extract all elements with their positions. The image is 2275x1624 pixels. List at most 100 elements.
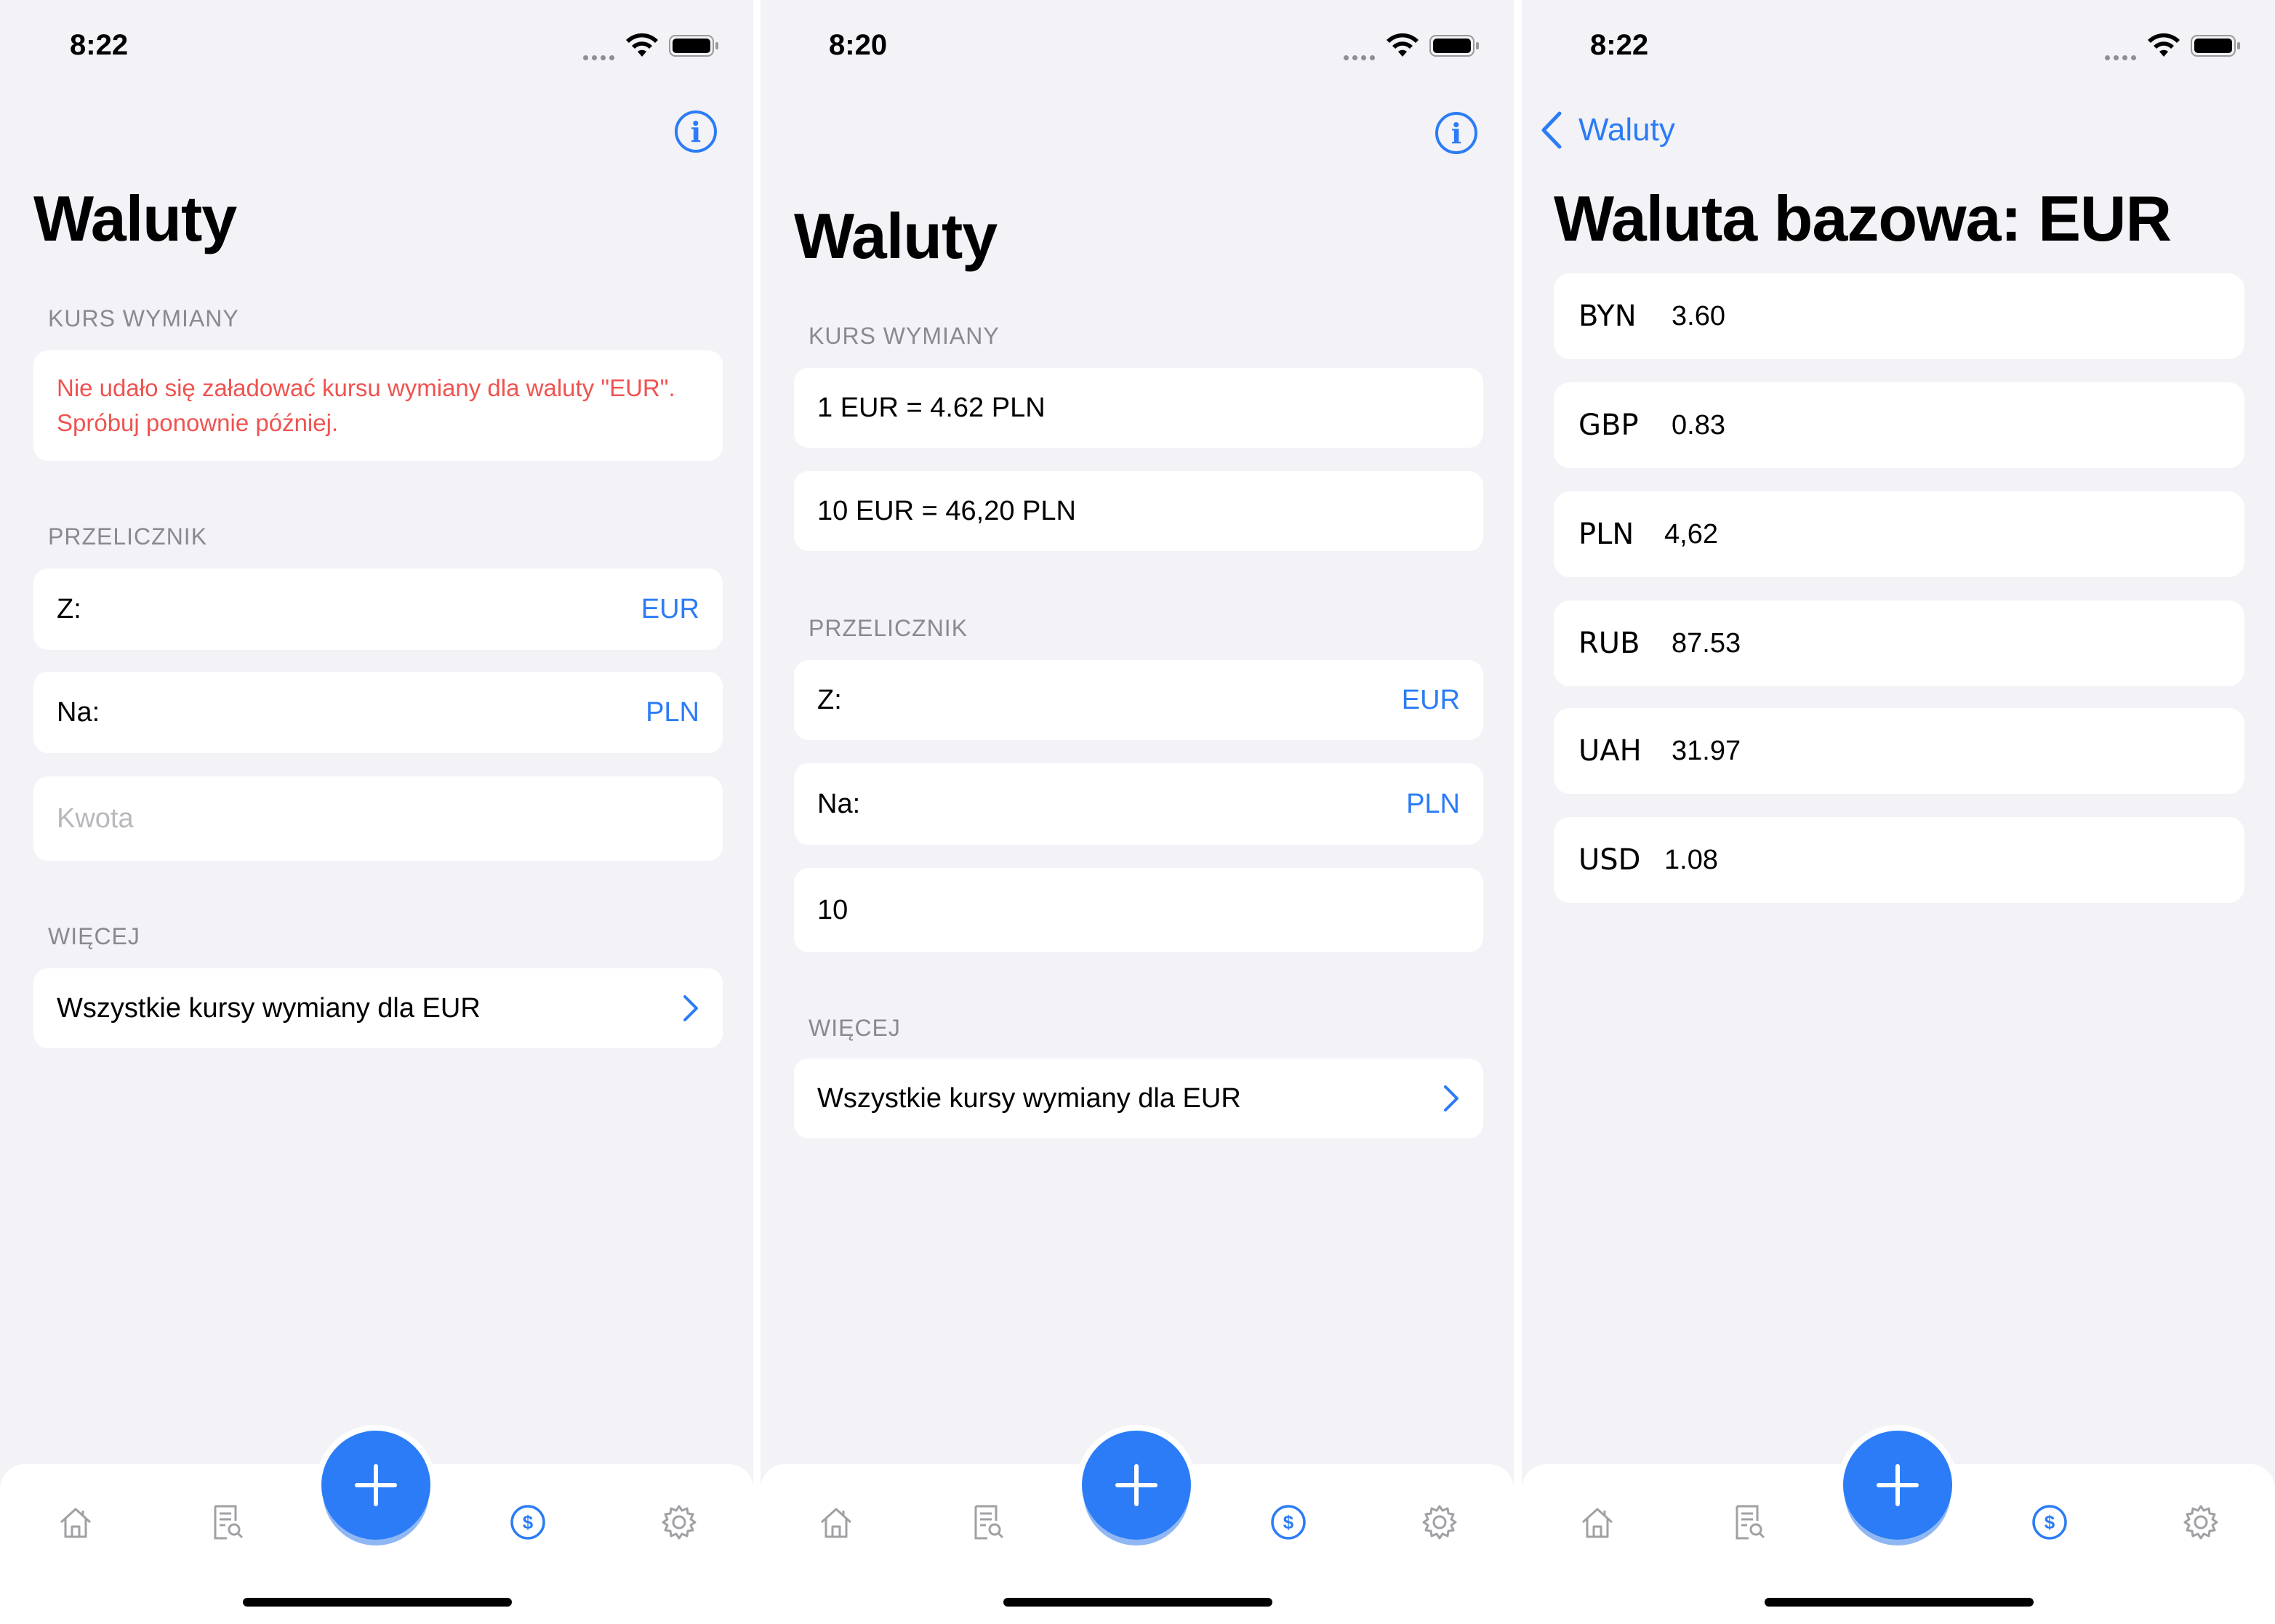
add-button[interactable] <box>1843 1431 1952 1540</box>
tab-currencies[interactable]: $ <box>1268 1502 1309 1543</box>
add-icon <box>1877 1464 1919 1506</box>
rate-row: RUB 87.53 <box>1554 600 2244 686</box>
gear-icon <box>662 1505 697 1540</box>
from-currency-row[interactable]: Z: EUR <box>794 660 1483 740</box>
tab-settings[interactable] <box>659 1502 699 1543</box>
section-header-converter: PRZELICZNIK <box>48 523 208 550</box>
section-header-converter: PRZELICZNIK <box>809 615 968 641</box>
screen-converter-error: 8:22 i Waluty KURS WYMIANY Nie udało się… <box>0 0 753 1624</box>
add-icon <box>355 1464 397 1506</box>
currency-code: UAH <box>1578 734 1642 768</box>
svg-text:$: $ <box>1283 1511 1294 1533</box>
all-rates-label: Wszystkie kursy wymiany dla EUR <box>57 992 481 1024</box>
info-icon: i <box>1451 116 1462 150</box>
currency-code: BYN <box>1578 300 1637 333</box>
from-currency-value[interactable]: EUR <box>1402 685 1460 716</box>
tab-currencies[interactable]: $ <box>2029 1502 2070 1543</box>
amount-input[interactable]: 10 <box>794 868 1483 952</box>
gear-icon <box>1422 1505 1457 1540</box>
back-label: Waluty <box>1578 112 1675 148</box>
rate-line: 1 EUR = 4.62 PLN <box>817 392 1046 423</box>
screen-converter: 8:20 i Waluty KURS WYMIANY 1 EUR = 4.62 … <box>761 0 1514 1624</box>
tab-receipts[interactable] <box>206 1502 247 1543</box>
info-button[interactable]: i <box>1435 112 1477 154</box>
currency-code: GBP <box>1578 409 1639 442</box>
from-currency-row[interactable]: Z: EUR <box>33 568 723 650</box>
rate-row: PLN 4,62 <box>1554 491 2244 577</box>
tab-bar: $ <box>0 1431 753 1624</box>
section-header-more: WIĘCEJ <box>809 1015 901 1041</box>
from-label: Z: <box>57 593 81 624</box>
tab-bar: $ <box>1522 1431 2275 1624</box>
add-icon <box>1115 1464 1157 1506</box>
rate-row: UAH 31.97 <box>1554 708 2244 794</box>
currency-dollar-icon: $ <box>510 1505 545 1540</box>
amount-input[interactable]: Kwota <box>33 776 723 861</box>
tab-home[interactable] <box>1577 1502 1618 1543</box>
tab-settings[interactable] <box>1419 1502 1460 1543</box>
home-icon <box>60 1508 92 1538</box>
tab-home[interactable] <box>816 1502 856 1543</box>
error-message: Nie udało się załadować kursu wymiany dl… <box>57 374 675 436</box>
back-button[interactable]: Waluty <box>1539 110 1675 150</box>
tab-home[interactable] <box>55 1502 96 1543</box>
battery-icon <box>669 35 718 57</box>
cellular-signal-icon <box>1344 51 1379 60</box>
all-rates-link[interactable]: Wszystkie kursy wymiany dla EUR <box>794 1058 1483 1138</box>
status-time: 8:22 <box>1590 29 1649 61</box>
from-label: Z: <box>817 684 842 715</box>
tab-settings[interactable] <box>2180 1502 2221 1543</box>
page-title: Waluty <box>794 200 998 272</box>
amount-value: 10 <box>817 894 848 925</box>
exchange-rate-card: 1 EUR = 4.62 PLN <box>794 368 1483 448</box>
converted-amount-card: 10 EUR = 46,20 PLN <box>794 471 1483 551</box>
receipt-search-icon <box>1736 1505 1765 1540</box>
tab-currencies[interactable]: $ <box>507 1502 548 1543</box>
chevron-left-icon <box>1541 111 1562 149</box>
from-currency-value[interactable]: EUR <box>641 594 699 625</box>
all-rates-link[interactable]: Wszystkie kursy wymiany dla EUR <box>33 968 723 1048</box>
to-currency-row[interactable]: Na: PLN <box>33 672 723 753</box>
to-currency-value[interactable]: PLN <box>1406 789 1460 820</box>
currency-rate: 4,62 <box>1664 518 1718 550</box>
home-icon <box>820 1508 852 1538</box>
section-header-exchange-rate: KURS WYMIANY <box>48 305 239 331</box>
currency-rate: 87.53 <box>1672 627 1741 659</box>
currency-rate: 31.97 <box>1672 735 1741 766</box>
to-label: Na: <box>57 696 100 728</box>
home-indicator <box>1765 1598 2034 1607</box>
receipt-search-icon <box>974 1505 1004 1540</box>
wifi-icon <box>2148 33 2180 57</box>
currency-code: PLN <box>1578 518 1634 551</box>
home-icon <box>1581 1508 1613 1538</box>
svg-text:$: $ <box>2045 1511 2055 1533</box>
rate-row: GBP 0.83 <box>1554 382 2244 468</box>
battery-icon <box>1429 35 1479 57</box>
all-rates-label: Wszystkie kursy wymiany dla EUR <box>817 1082 1241 1114</box>
tab-receipts[interactable] <box>967 1502 1008 1543</box>
cellular-signal-icon <box>2105 51 2140 60</box>
add-button[interactable] <box>321 1431 430 1540</box>
wifi-icon <box>626 33 658 57</box>
to-label: Na: <box>817 788 861 819</box>
home-indicator <box>243 1598 512 1607</box>
exchange-rate-error-card: Nie udało się załadować kursu wymiany dl… <box>33 350 723 461</box>
home-indicator <box>1003 1598 1272 1607</box>
battery-icon <box>2191 35 2240 57</box>
tab-receipts[interactable] <box>1728 1502 1769 1543</box>
amount-placeholder: Kwota <box>57 803 134 834</box>
page-title: Waluty <box>33 182 237 254</box>
tab-bar: $ <box>761 1431 1514 1624</box>
gear-icon <box>2183 1505 2218 1540</box>
chevron-right-icon <box>683 995 698 1021</box>
currency-rate: 1.08 <box>1664 844 1718 875</box>
status-time: 8:22 <box>70 29 129 61</box>
add-button[interactable] <box>1082 1431 1191 1540</box>
wifi-icon <box>1387 33 1419 57</box>
to-currency-row[interactable]: Na: PLN <box>794 763 1483 845</box>
cellular-signal-icon <box>583 51 618 60</box>
info-button[interactable]: i <box>675 110 717 153</box>
page-title: Waluta bazowa: EUR <box>1554 182 2172 254</box>
section-header-exchange-rate: KURS WYMIANY <box>809 323 1000 349</box>
to-currency-value[interactable]: PLN <box>646 697 699 728</box>
